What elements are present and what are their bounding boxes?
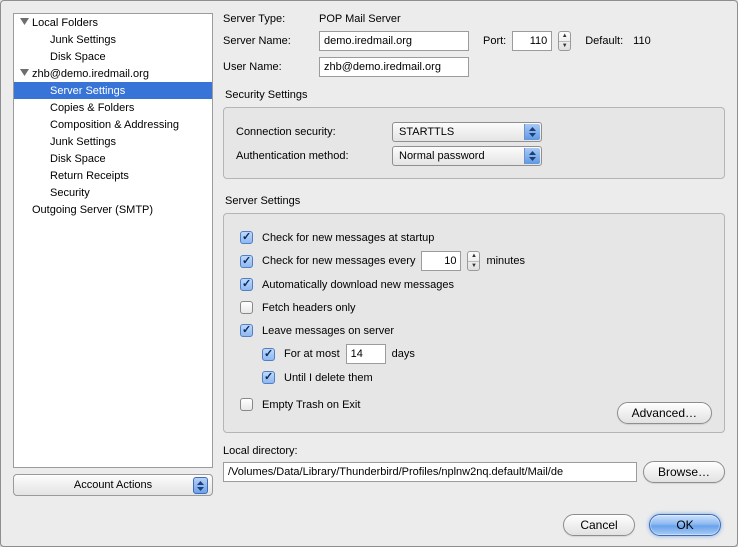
server-type-label: Server Type: <box>223 13 313 25</box>
local-directory-input[interactable] <box>223 462 637 482</box>
user-name-input[interactable] <box>319 57 469 77</box>
leave-on-server-label: Leave messages on server <box>262 325 394 337</box>
tree-row[interactable]: Junk Settings <box>14 133 212 150</box>
server-name-input[interactable] <box>319 31 469 51</box>
tree-row-label: Disk Space <box>50 51 106 63</box>
fetch-headers-checkbox[interactable] <box>240 301 253 314</box>
for-at-most-checkbox[interactable] <box>262 348 275 361</box>
empty-trash-checkbox[interactable] <box>240 398 253 411</box>
default-port-label: Default: <box>585 35 623 47</box>
tree-row[interactable]: Return Receipts <box>14 167 212 184</box>
local-directory-label: Local directory: <box>223 445 725 457</box>
tree-row-label: Junk Settings <box>50 34 116 46</box>
ok-button-label: OK <box>676 518 693 532</box>
ok-button[interactable]: OK <box>649 514 721 536</box>
tree-row-label: Return Receipts <box>50 170 129 182</box>
updown-arrows-icon <box>524 124 540 140</box>
for-at-most-pre: For at most <box>284 348 340 360</box>
tree-row[interactable]: Local Folders <box>14 14 212 31</box>
tree-row[interactable]: Outgoing Server (SMTP) <box>14 201 212 218</box>
accounts-tree[interactable]: Local Folders Junk Settings Disk Space zhb@… <box>13 13 213 468</box>
check-startup-label: Check for new messages at startup <box>262 232 434 244</box>
check-every-stepper[interactable]: ▲▼ <box>467 251 480 271</box>
leave-on-server-checkbox[interactable] <box>240 324 253 337</box>
port-stepper[interactable]: ▲▼ <box>558 31 571 51</box>
browse-button-label: Browse… <box>658 465 710 479</box>
check-every-checkbox[interactable] <box>240 255 253 268</box>
server-name-label: Server Name: <box>223 35 313 47</box>
for-at-most-post: days <box>392 348 415 360</box>
tree-row[interactable]: Disk Space <box>14 48 212 65</box>
for-at-most-input[interactable] <box>346 344 386 364</box>
tree-row-label: Outgoing Server (SMTP) <box>32 204 153 216</box>
tree-row[interactable]: zhb@demo.iredmail.org <box>14 65 212 82</box>
connection-security-value: STARTTLS <box>399 126 454 138</box>
account-actions-label: Account Actions <box>74 479 152 491</box>
check-every-input[interactable] <box>421 251 461 271</box>
tree-row-label: Composition & Addressing <box>50 119 179 131</box>
auth-method-label: Authentication method: <box>236 150 386 162</box>
until-delete-checkbox[interactable] <box>262 371 275 384</box>
fetch-headers-label: Fetch headers only <box>262 302 356 314</box>
updown-arrows-icon <box>193 477 208 494</box>
advanced-button[interactable]: Advanced… <box>617 402 712 424</box>
connection-security-popup[interactable]: STARTTLS <box>392 122 542 142</box>
until-delete-label: Until I delete them <box>284 372 373 384</box>
tree-row[interactable]: Junk Settings <box>14 31 212 48</box>
server-type-value: POP Mail Server <box>319 13 401 25</box>
default-port-value: 110 <box>633 35 651 47</box>
security-settings-title: Security Settings <box>225 89 725 101</box>
server-settings-title: Server Settings <box>225 195 725 207</box>
user-name-label: User Name: <box>223 61 313 73</box>
port-input[interactable] <box>512 31 552 51</box>
tree-row-label: zhb@demo.iredmail.org <box>32 68 149 80</box>
tree-row[interactable]: Server Settings <box>14 82 212 99</box>
empty-trash-label: Empty Trash on Exit <box>262 399 360 411</box>
account-actions-popup[interactable]: Account Actions <box>13 474 213 496</box>
auto-download-label: Automatically download new messages <box>262 279 454 291</box>
updown-arrows-icon <box>524 148 540 164</box>
disclosure-triangle-icon[interactable] <box>20 18 30 28</box>
tree-row-label: Security <box>50 187 90 199</box>
tree-row-label: Disk Space <box>50 153 106 165</box>
browse-button[interactable]: Browse… <box>643 461 725 483</box>
auto-download-checkbox[interactable] <box>240 278 253 291</box>
auth-method-value: Normal password <box>399 150 485 162</box>
cancel-button[interactable]: Cancel <box>563 514 635 536</box>
port-label: Port: <box>483 35 506 47</box>
account-settings-dialog: Local Folders Junk Settings Disk Space zhb@… <box>0 0 738 547</box>
tree-row-label: Copies & Folders <box>50 102 134 114</box>
tree-row[interactable]: Composition & Addressing <box>14 116 212 133</box>
check-startup-checkbox[interactable] <box>240 231 253 244</box>
disclosure-triangle-icon[interactable] <box>20 69 30 79</box>
tree-row[interactable]: Copies & Folders <box>14 99 212 116</box>
auth-method-popup[interactable]: Normal password <box>392 146 542 166</box>
tree-row[interactable]: Security <box>14 184 212 201</box>
cancel-button-label: Cancel <box>580 518 617 532</box>
tree-row-label: Server Settings <box>50 85 125 97</box>
check-every-post: minutes <box>486 255 525 267</box>
tree-row[interactable]: Disk Space <box>14 150 212 167</box>
security-settings-group: Connection security: STARTTLS Authentica… <box>223 107 725 179</box>
check-every-pre: Check for new messages every <box>262 255 415 267</box>
advanced-button-label: Advanced… <box>632 406 697 420</box>
connection-security-label: Connection security: <box>236 126 386 138</box>
tree-row-label: Junk Settings <box>50 136 116 148</box>
tree-row-label: Local Folders <box>32 17 98 29</box>
server-settings-group: Check for new messages at startup Check … <box>223 213 725 433</box>
